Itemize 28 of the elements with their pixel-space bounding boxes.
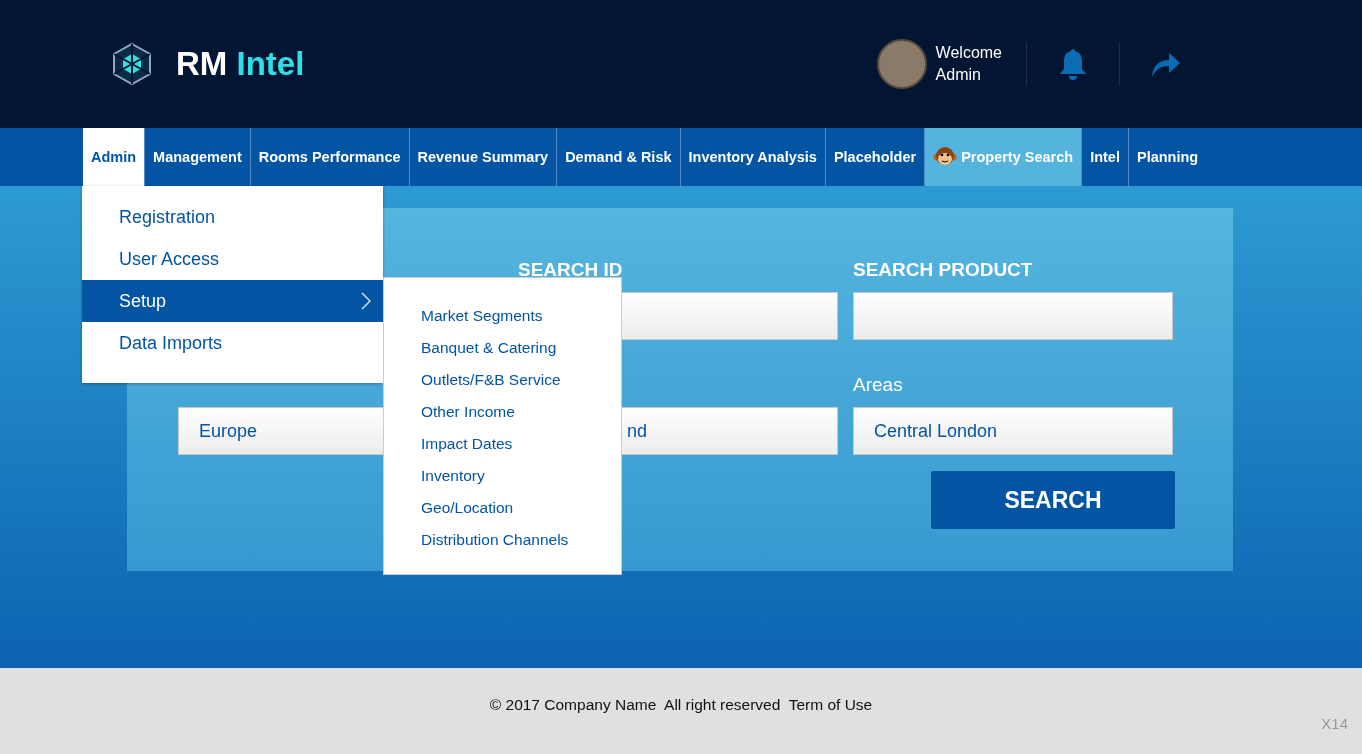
field-label: Areas <box>853 374 903 396</box>
field-label: SEARCH ID <box>518 259 623 281</box>
nav-tab[interactable]: Admin <box>83 128 146 186</box>
logo-icon <box>110 42 154 86</box>
menu-item[interactable]: Registration <box>82 196 383 238</box>
brand-name: RM Intel <box>176 45 305 83</box>
input-field[interactable] <box>853 292 1173 340</box>
menu-item[interactable]: User Access <box>82 238 383 280</box>
page-tag: X14 <box>1321 715 1348 732</box>
search-button[interactable]: SEARCH <box>931 471 1175 529</box>
user-name: Admin <box>935 66 982 84</box>
field-label: SEARCH PRODUCT <box>853 259 1033 281</box>
avatar <box>876 39 927 89</box>
submenu-item[interactable]: Inventory <box>421 460 621 492</box>
submenu-item[interactable]: Banquet & Catering <box>421 332 621 364</box>
submenu-item[interactable]: Market Segments <box>421 300 621 332</box>
nav-tab[interactable]: Planning <box>1128 128 1207 186</box>
submenu-item[interactable]: Geo/Location <box>421 492 621 524</box>
submenu-item[interactable]: Distribution Channels <box>421 524 621 556</box>
copyright-text: © 2017 Company Name All right reserved Term of Use <box>488 696 874 714</box>
share-arrow-icon[interactable] <box>1150 50 1182 78</box>
menu-item[interactable]: Data Imports <box>82 322 383 364</box>
menu-item[interactable]: Setup <box>82 280 383 322</box>
input-field[interactable]: Central London <box>853 407 1173 455</box>
chevron-right-icon <box>361 292 371 310</box>
bell-icon[interactable] <box>1057 47 1089 81</box>
welcome-text: Welcome <box>935 44 1002 62</box>
submenu-item[interactable]: Outlets/F&B Service <box>421 364 621 396</box>
